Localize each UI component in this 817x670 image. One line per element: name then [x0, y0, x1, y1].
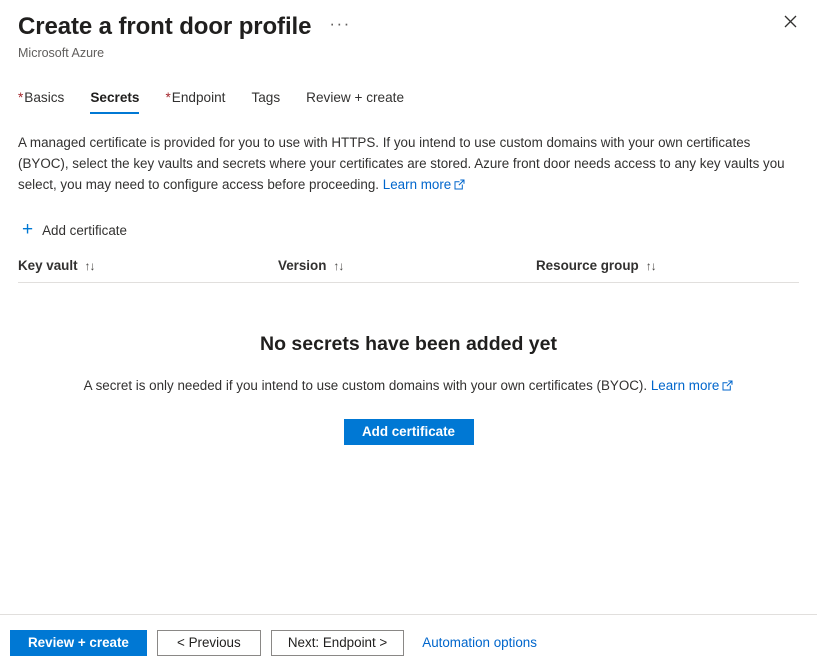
tab-secrets-label: Secrets: [90, 90, 140, 105]
column-header-version[interactable]: Version ↑↓: [278, 258, 536, 273]
empty-state-subtitle: A secret is only needed if you intend to…: [18, 376, 799, 397]
more-options-icon[interactable]: ···: [325, 15, 354, 39]
plus-icon: +: [22, 219, 34, 240]
column-header-version-label: Version: [278, 258, 327, 273]
tab-bar: *Basics Secrets *Endpoint Tags Review + …: [0, 84, 817, 114]
page-title: Create a front door profile: [18, 13, 312, 40]
external-link-icon: [454, 175, 465, 196]
tab-basics-label: Basics: [24, 90, 65, 105]
next-endpoint-button[interactable]: Next: Endpoint >: [270, 629, 405, 656]
required-asterisk: *: [165, 90, 171, 105]
column-header-key-vault-label: Key vault: [18, 258, 78, 273]
secrets-table: Key vault ↑↓ Version ↑↓ Resource group ↑…: [18, 258, 799, 445]
close-button[interactable]: [775, 6, 805, 36]
title-row: Create a front door profile ···: [18, 12, 817, 42]
column-header-resource-group[interactable]: Resource group ↑↓: [536, 258, 799, 273]
tab-endpoint[interactable]: *Endpoint: [165, 90, 225, 114]
tab-tags-label: Tags: [251, 90, 281, 105]
column-header-resource-group-label: Resource group: [536, 258, 639, 273]
add-certificate-command-label: Add certificate: [42, 222, 127, 238]
add-certificate-button[interactable]: Add certificate: [343, 419, 474, 445]
sort-icon: ↑↓: [333, 258, 344, 273]
tab-endpoint-label: Endpoint: [171, 90, 226, 105]
empty-state-title: No secrets have been added yet: [260, 333, 557, 355]
close-icon: [784, 15, 796, 27]
page-subtitle: Microsoft Azure: [18, 46, 105, 60]
tab-tags[interactable]: Tags: [251, 90, 280, 114]
add-certificate-command[interactable]: + Add certificate: [22, 218, 131, 242]
column-header-key-vault[interactable]: Key vault ↑↓: [18, 258, 278, 273]
table-header-row: Key vault ↑↓ Version ↑↓ Resource group ↑…: [18, 258, 799, 283]
tab-review-create-label: Review + create: [306, 90, 405, 105]
external-link-icon: [722, 377, 733, 397]
footer-action-bar: Review + create < Previous Next: Endpoin…: [0, 614, 817, 670]
automation-options-link[interactable]: Automation options: [422, 635, 537, 650]
sort-icon: ↑↓: [645, 258, 657, 273]
sort-icon: ↑↓: [84, 258, 96, 273]
empty-state-learn-more-link[interactable]: Learn more: [651, 378, 719, 393]
empty-state-subtitle-text: A secret is only needed if you intend to…: [83, 378, 648, 393]
tab-secrets[interactable]: Secrets: [90, 90, 140, 114]
empty-state: No secrets have been added yet A secret …: [18, 331, 799, 445]
review-create-button[interactable]: Review + create: [10, 629, 147, 656]
tab-review-create[interactable]: Review + create: [306, 90, 404, 114]
description-text: A managed certificate is provided for yo…: [18, 132, 799, 196]
previous-button[interactable]: < Previous: [156, 629, 261, 656]
blade-header: Create a front door profile ··· Microsof…: [0, 0, 817, 60]
tab-basics[interactable]: *Basics: [18, 90, 64, 114]
learn-more-link[interactable]: Learn more: [383, 177, 451, 192]
required-asterisk: *: [18, 90, 24, 105]
